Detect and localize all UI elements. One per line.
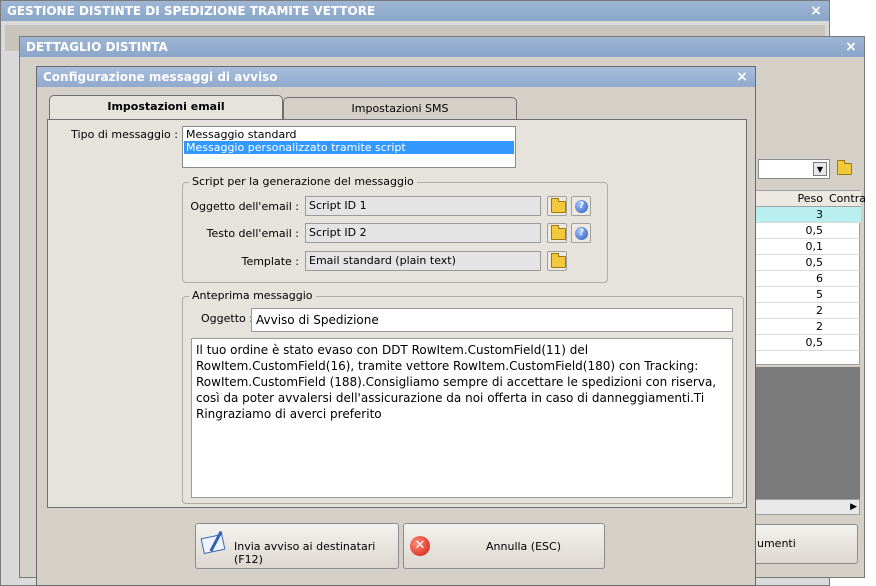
cancel-label: Annulla (ESC) bbox=[486, 540, 561, 553]
dialog-titlebar: Configurazione messaggi di avviso × bbox=[37, 67, 755, 87]
message-type-list[interactable]: Messaggio standard Messaggio personalizz… bbox=[182, 126, 516, 168]
template-folder-button[interactable] bbox=[547, 251, 567, 271]
message-type-option-script[interactable]: Messaggio personalizzato tramite script bbox=[184, 141, 514, 154]
body-script-label: Testo dell'email : bbox=[206, 227, 299, 240]
grid-row-contr[interactable] bbox=[827, 255, 861, 271]
grid-row-peso[interactable]: 0,5 bbox=[755, 335, 827, 351]
grid-row-contr[interactable] bbox=[827, 271, 861, 287]
detail-folder-button[interactable] bbox=[833, 158, 853, 178]
detail-window-title: DETTAGLIO DISTINTA bbox=[26, 40, 168, 54]
message-type-option-standard[interactable]: Messaggio standard bbox=[184, 128, 514, 141]
body-script-folder-button[interactable] bbox=[547, 223, 567, 243]
tab-strip: Impostazioni email Impostazioni SMS bbox=[49, 95, 749, 119]
background-window-title: GESTIONE DISTINTE DI SPEDIZIONE TRAMITE … bbox=[7, 4, 376, 18]
grid-row-contr[interactable] bbox=[827, 335, 861, 351]
grid-row-contr[interactable] bbox=[827, 287, 861, 303]
help-icon: ? bbox=[575, 200, 588, 213]
email-settings-panel: Tipo di messaggio : Messaggio standard M… bbox=[47, 119, 747, 508]
grid-row-peso[interactable]: 6 bbox=[755, 271, 827, 287]
grid-header-contr: Contra bbox=[829, 192, 866, 205]
grid-row-peso[interactable]: 5 bbox=[755, 287, 827, 303]
preview-group: Anteprima messaggio Oggetto : Avviso di … bbox=[182, 289, 744, 504]
grid-row-peso[interactable]: 2 bbox=[755, 319, 827, 335]
subject-script-folder-button[interactable] bbox=[547, 196, 567, 216]
background-window-titlebar: GESTIONE DISTINTE DI SPEDIZIONE TRAMITE … bbox=[1, 1, 829, 21]
documents-button-label: umenti bbox=[757, 537, 796, 550]
detail-grid: Peso Contra 3 0,5 0,1 0,5 6 5 2 2 0,5 bbox=[754, 190, 866, 365]
folder-icon bbox=[551, 225, 566, 240]
grid-row-contr[interactable] bbox=[827, 319, 861, 335]
preview-subject-label: Oggetto : bbox=[201, 312, 253, 325]
grid-header: Peso Contra bbox=[755, 191, 866, 207]
scroll-right-arrow[interactable]: ▶ bbox=[850, 500, 857, 514]
cancel-button[interactable]: ✕ Annulla (ESC) bbox=[403, 523, 605, 569]
grid-gray-area bbox=[754, 367, 860, 499]
message-config-dialog: Configurazione messaggi di avviso × Impo… bbox=[36, 66, 756, 586]
grid-row-peso[interactable]: 0,5 bbox=[755, 223, 827, 239]
help-icon: ? bbox=[575, 227, 588, 240]
background-close-button[interactable]: × bbox=[809, 1, 823, 21]
script-group-title: Script per la generazione del messaggio bbox=[189, 175, 417, 188]
folder-icon bbox=[551, 198, 566, 213]
documents-button[interactable]: umenti bbox=[748, 524, 858, 564]
subject-script-label: Oggetto dell'email : bbox=[190, 200, 299, 213]
grid-row-contr[interactable] bbox=[827, 223, 861, 239]
grid-scrollbar[interactable]: ▶ bbox=[754, 499, 860, 515]
detail-combo[interactable]: ▼ bbox=[758, 159, 830, 179]
tab-email-settings[interactable]: Impostazioni email bbox=[49, 95, 283, 119]
send-email-icon bbox=[200, 530, 226, 555]
script-group: Script per la generazione del messaggio … bbox=[182, 175, 608, 283]
preview-body-text[interactable]: Il tuo ordine è stato evaso con DDT RowI… bbox=[191, 338, 733, 498]
grid-row-contr[interactable] bbox=[827, 303, 861, 319]
preview-subject-field[interactable]: Avviso di Spedizione bbox=[251, 308, 733, 332]
send-notice-button[interactable]: Invia avviso ai destinatari (F12) bbox=[195, 523, 399, 569]
body-script-field[interactable]: Script ID 2 bbox=[305, 223, 541, 243]
send-notice-label: Invia avviso ai destinatari (F12) bbox=[234, 540, 376, 566]
preview-group-title: Anteprima messaggio bbox=[189, 289, 316, 302]
template-label: Template : bbox=[241, 255, 299, 268]
cancel-icon: ✕ bbox=[410, 536, 430, 556]
tab-sms-settings[interactable]: Impostazioni SMS bbox=[283, 97, 517, 119]
subject-script-help-button[interactable]: ? bbox=[571, 196, 591, 216]
detail-window-titlebar: DETTAGLIO DISTINTA × bbox=[20, 37, 864, 57]
grid-row-peso[interactable]: 0,5 bbox=[755, 255, 827, 271]
dropdown-arrow-icon[interactable]: ▼ bbox=[813, 162, 827, 176]
template-field[interactable]: Email standard (plain text) bbox=[305, 251, 541, 271]
grid-row-peso[interactable]: 0,1 bbox=[755, 239, 827, 255]
folder-icon bbox=[837, 160, 852, 175]
detail-close-button[interactable]: × bbox=[844, 37, 858, 57]
grid-row-contr[interactable] bbox=[827, 207, 861, 223]
dialog-title: Configurazione messaggi di avviso bbox=[43, 70, 278, 84]
subject-script-field[interactable]: Script ID 1 bbox=[305, 196, 541, 216]
dialog-close-button[interactable]: × bbox=[735, 67, 749, 87]
folder-icon bbox=[551, 253, 566, 268]
pen-stroke bbox=[209, 530, 223, 552]
grid-row-peso[interactable]: 2 bbox=[755, 303, 827, 319]
grid-header-peso: Peso bbox=[797, 192, 823, 205]
grid-row-contr[interactable] bbox=[827, 239, 861, 255]
message-type-label: Tipo di messaggio : bbox=[71, 128, 178, 141]
body-script-help-button[interactable]: ? bbox=[571, 223, 591, 243]
grid-row-peso[interactable]: 3 bbox=[755, 207, 827, 223]
